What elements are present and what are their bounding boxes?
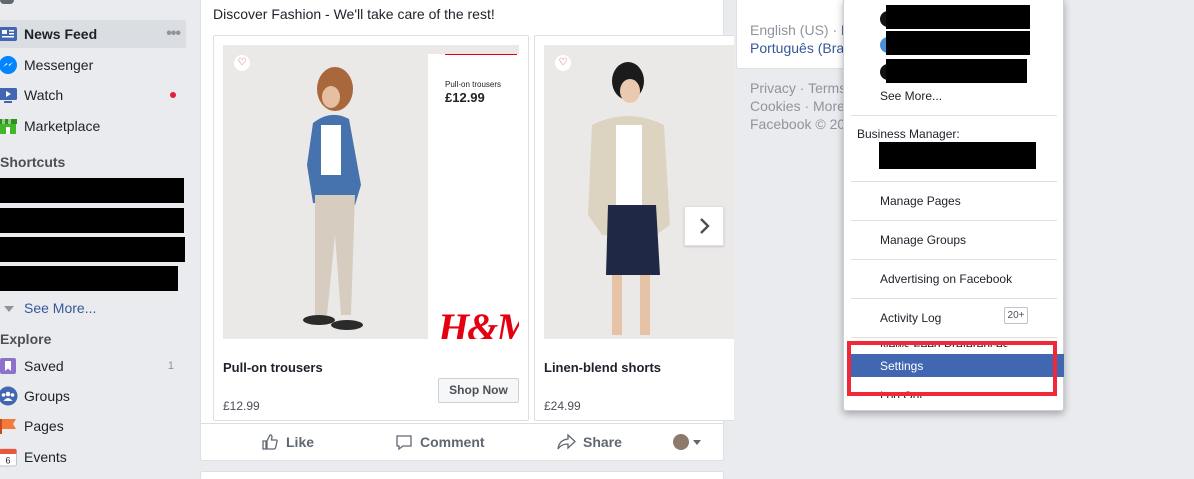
like-label: Like [286,434,315,450]
profile-avatar-partial[interactable] [0,0,14,4]
language-link[interactable]: Português (Brasil) [750,40,853,56]
more-options-icon[interactable]: ••• [166,25,181,43]
chevron-right-icon [700,218,710,234]
sidebar-item-label: Events [24,449,67,465]
redacted-shortcut[interactable] [0,266,178,291]
divider [851,181,1057,182]
sidebar-item-label: Marketplace [24,118,101,134]
share-label: Share [583,434,622,450]
avatar [673,434,689,450]
footer-links[interactable]: Privacy · Terms [750,80,844,96]
sidebar-item-label: Saved [24,358,64,374]
calendar-icon: 6 [0,447,18,467]
sidebar-item-label: Groups [24,388,70,404]
brand-logo: H&M [438,305,519,339]
explore-heading: Explore [0,331,52,347]
left-sidebar: News Feed ••• Messenger Watch Marketplac… [0,0,190,479]
manage-groups-item[interactable]: Manage Groups [880,233,966,247]
sidebar-item-news-feed[interactable]: News Feed ••• [0,20,186,48]
news-feed-icon [0,24,18,44]
divider [851,115,1057,116]
sidebar-item-pages[interactable]: Pages [0,412,186,440]
sidebar-item-label: News Feed [24,26,98,42]
current-language: English (US) [750,22,829,38]
post-action-bar: Like Comment Share [201,423,723,459]
watch-icon [0,85,18,105]
reaction-audience-selector[interactable] [673,424,701,460]
see-more-label: See More... [24,300,97,316]
business-manager-heading: Business Manager: [857,127,960,141]
divider [445,54,517,55]
divider [851,337,1057,338]
card-title[interactable]: Pull-on trousers [223,360,323,375]
product-image[interactable]: ♡ [544,45,734,339]
sidebar-item-label: Pages [24,418,64,434]
flag-icon [0,416,18,436]
brand-panel: Pull-on trousers £12.99 H&M [428,54,519,339]
carousel-card[interactable]: ♡ Pull-on trousers £12.99 H&M Pull-on tr… [213,35,529,421]
saved-icon [0,356,18,376]
sidebar-item-marketplace[interactable]: Marketplace [0,112,186,140]
language-row: English (US) · F [750,22,850,38]
comment-button[interactable]: Comment [395,424,485,460]
overlay-price: £12.99 [445,90,485,105]
heart-icon[interactable]: ♡ [234,55,250,71]
sidebar-item-saved[interactable]: Saved 1 [0,352,186,380]
shortcuts-heading: Shortcuts [0,154,66,170]
footer-links[interactable]: Cookies · More [750,98,844,114]
marketplace-icon [0,116,18,136]
divider [851,220,1057,221]
comment-label: Comment [420,434,485,450]
sidebar-item-groups[interactable]: Groups [0,382,186,410]
share-icon [557,433,576,450]
groups-icon [0,386,18,406]
activity-count-badge: 20+ [1004,307,1028,324]
like-button[interactable]: Like [261,424,314,460]
highlight-annotation [847,341,1057,396]
chevron-down-icon [693,439,701,445]
chevron-down-icon [4,306,14,312]
card-title[interactable]: Linen-blend shorts [544,360,661,375]
product-image[interactable]: ♡ Pull-on trousers £12.99 H&M [223,45,519,339]
heart-icon[interactable]: ♡ [555,55,571,71]
see-more-accounts[interactable]: See More... [880,89,942,103]
divider [851,298,1057,299]
language-box: English (US) · F Português (Brasil) [736,0,854,69]
divider [851,259,1057,260]
carousel-next-button[interactable] [684,206,724,246]
advertising-item[interactable]: Advertising on Facebook [880,272,1012,286]
saved-count: 1 [167,360,174,372]
messenger-icon [0,55,18,75]
notification-dot [170,92,176,98]
redacted-shortcut[interactable] [0,178,184,203]
sidebar-item-label: Messenger [24,57,94,73]
sidebar-item-label: Watch [24,87,64,103]
redacted-shortcut[interactable] [0,237,185,262]
redacted-account[interactable] [886,31,1030,55]
shop-now-button[interactable]: Shop Now [438,378,519,403]
redacted-business[interactable] [879,142,1036,169]
share-button[interactable]: Share [556,424,622,460]
ad-text: Discover Fashion - We'll take care of th… [213,6,495,22]
card-price: £24.99 [544,399,581,413]
activity-log-item[interactable]: Activity Log [880,311,941,325]
manage-pages-item[interactable]: Manage Pages [880,194,961,208]
next-feed-post [200,471,724,479]
redacted-shortcut[interactable] [0,208,184,233]
calendar-day: 6 [5,456,10,466]
copyright: Facebook © 2019 [750,116,844,132]
shortcuts-see-more[interactable]: See More... [4,300,96,316]
sidebar-item-events[interactable]: 6 Events [0,443,186,471]
overlay-product-name: Pull-on trousers [445,80,502,89]
thumbs-up-icon [262,434,278,450]
card-price: £12.99 [223,399,260,413]
feed-post: Discover Fashion - We'll take care of th… [200,0,734,461]
redacted-account[interactable] [886,59,1027,83]
separator: · [828,22,842,38]
sidebar-item-watch[interactable]: Watch [0,81,186,109]
sidebar-item-messenger[interactable]: Messenger [0,51,186,79]
redacted-account[interactable] [886,5,1030,29]
product-photo-shorts [544,45,734,339]
comment-icon [396,435,412,451]
